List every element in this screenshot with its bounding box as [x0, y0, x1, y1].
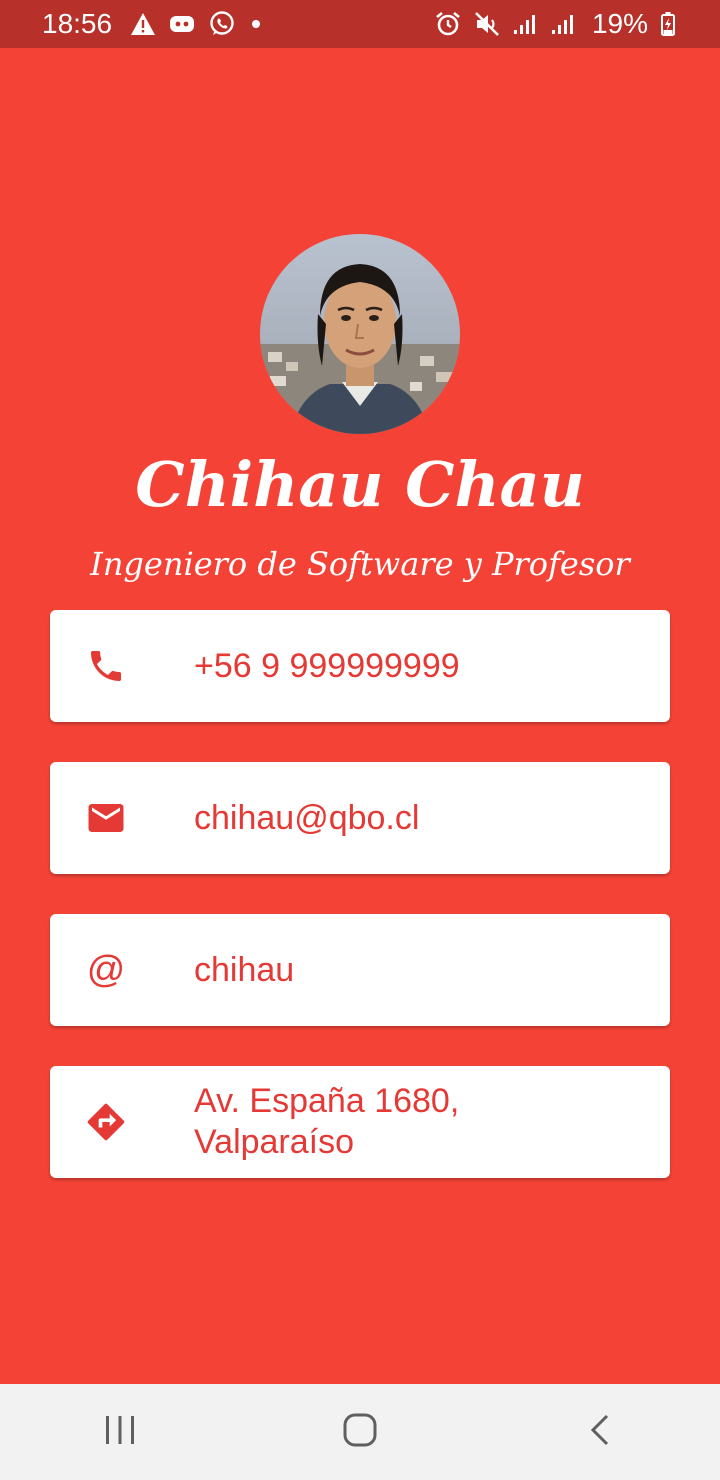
status-bar: 18:56 19%: [0, 0, 720, 48]
battery-charging-icon: [660, 11, 676, 37]
email-label: chihau@qbo.cl: [194, 798, 420, 837]
address-label: Av. España 1680, Valparaíso: [194, 1081, 650, 1163]
recent-apps-icon: [103, 1413, 137, 1452]
address-line1: Av. España 1680,: [194, 1082, 460, 1120]
email-icon: [84, 796, 128, 840]
profile-screen: Chihau Chau Ingeniero de Software y Prof…: [0, 48, 720, 1384]
discord-icon: [168, 12, 196, 36]
status-left: 18:56: [42, 8, 264, 40]
address-line2: Valparaíso: [194, 1123, 355, 1161]
home-icon: [342, 1412, 378, 1453]
username-card[interactable]: @ chihau: [50, 914, 670, 1026]
status-right: 19%: [434, 8, 676, 40]
mute-icon: [474, 11, 500, 37]
back-button[interactable]: [540, 1384, 660, 1480]
phone-icon: [84, 644, 128, 688]
username-label: chihau: [194, 950, 295, 989]
phone-card[interactable]: +56 9 999999999: [50, 610, 670, 722]
profile-name: Chihau Chau: [135, 448, 585, 521]
signal-icon: [512, 12, 538, 36]
profile-title: Ingeniero de Software y Profesor: [90, 545, 630, 583]
phone-label: +56 9 999999999: [194, 646, 460, 685]
battery-percent: 19%: [591, 8, 648, 39]
signal-icon: [550, 12, 576, 36]
status-time: 18:56: [42, 8, 113, 39]
alarm-icon: [434, 10, 462, 38]
warning-icon: [130, 12, 156, 36]
home-button[interactable]: [300, 1384, 420, 1480]
at-icon: @: [86, 948, 126, 991]
avatar: [260, 234, 460, 434]
navigation-bar: [0, 1384, 720, 1480]
address-card[interactable]: Av. España 1680, Valparaíso: [50, 1066, 670, 1178]
email-card[interactable]: chihau@qbo.cl: [50, 762, 670, 874]
back-icon: [585, 1412, 615, 1453]
directions-icon: [84, 1100, 128, 1144]
recent-apps-button[interactable]: [60, 1384, 180, 1480]
whatsapp-icon: [208, 10, 236, 38]
dot-icon: [248, 16, 264, 32]
